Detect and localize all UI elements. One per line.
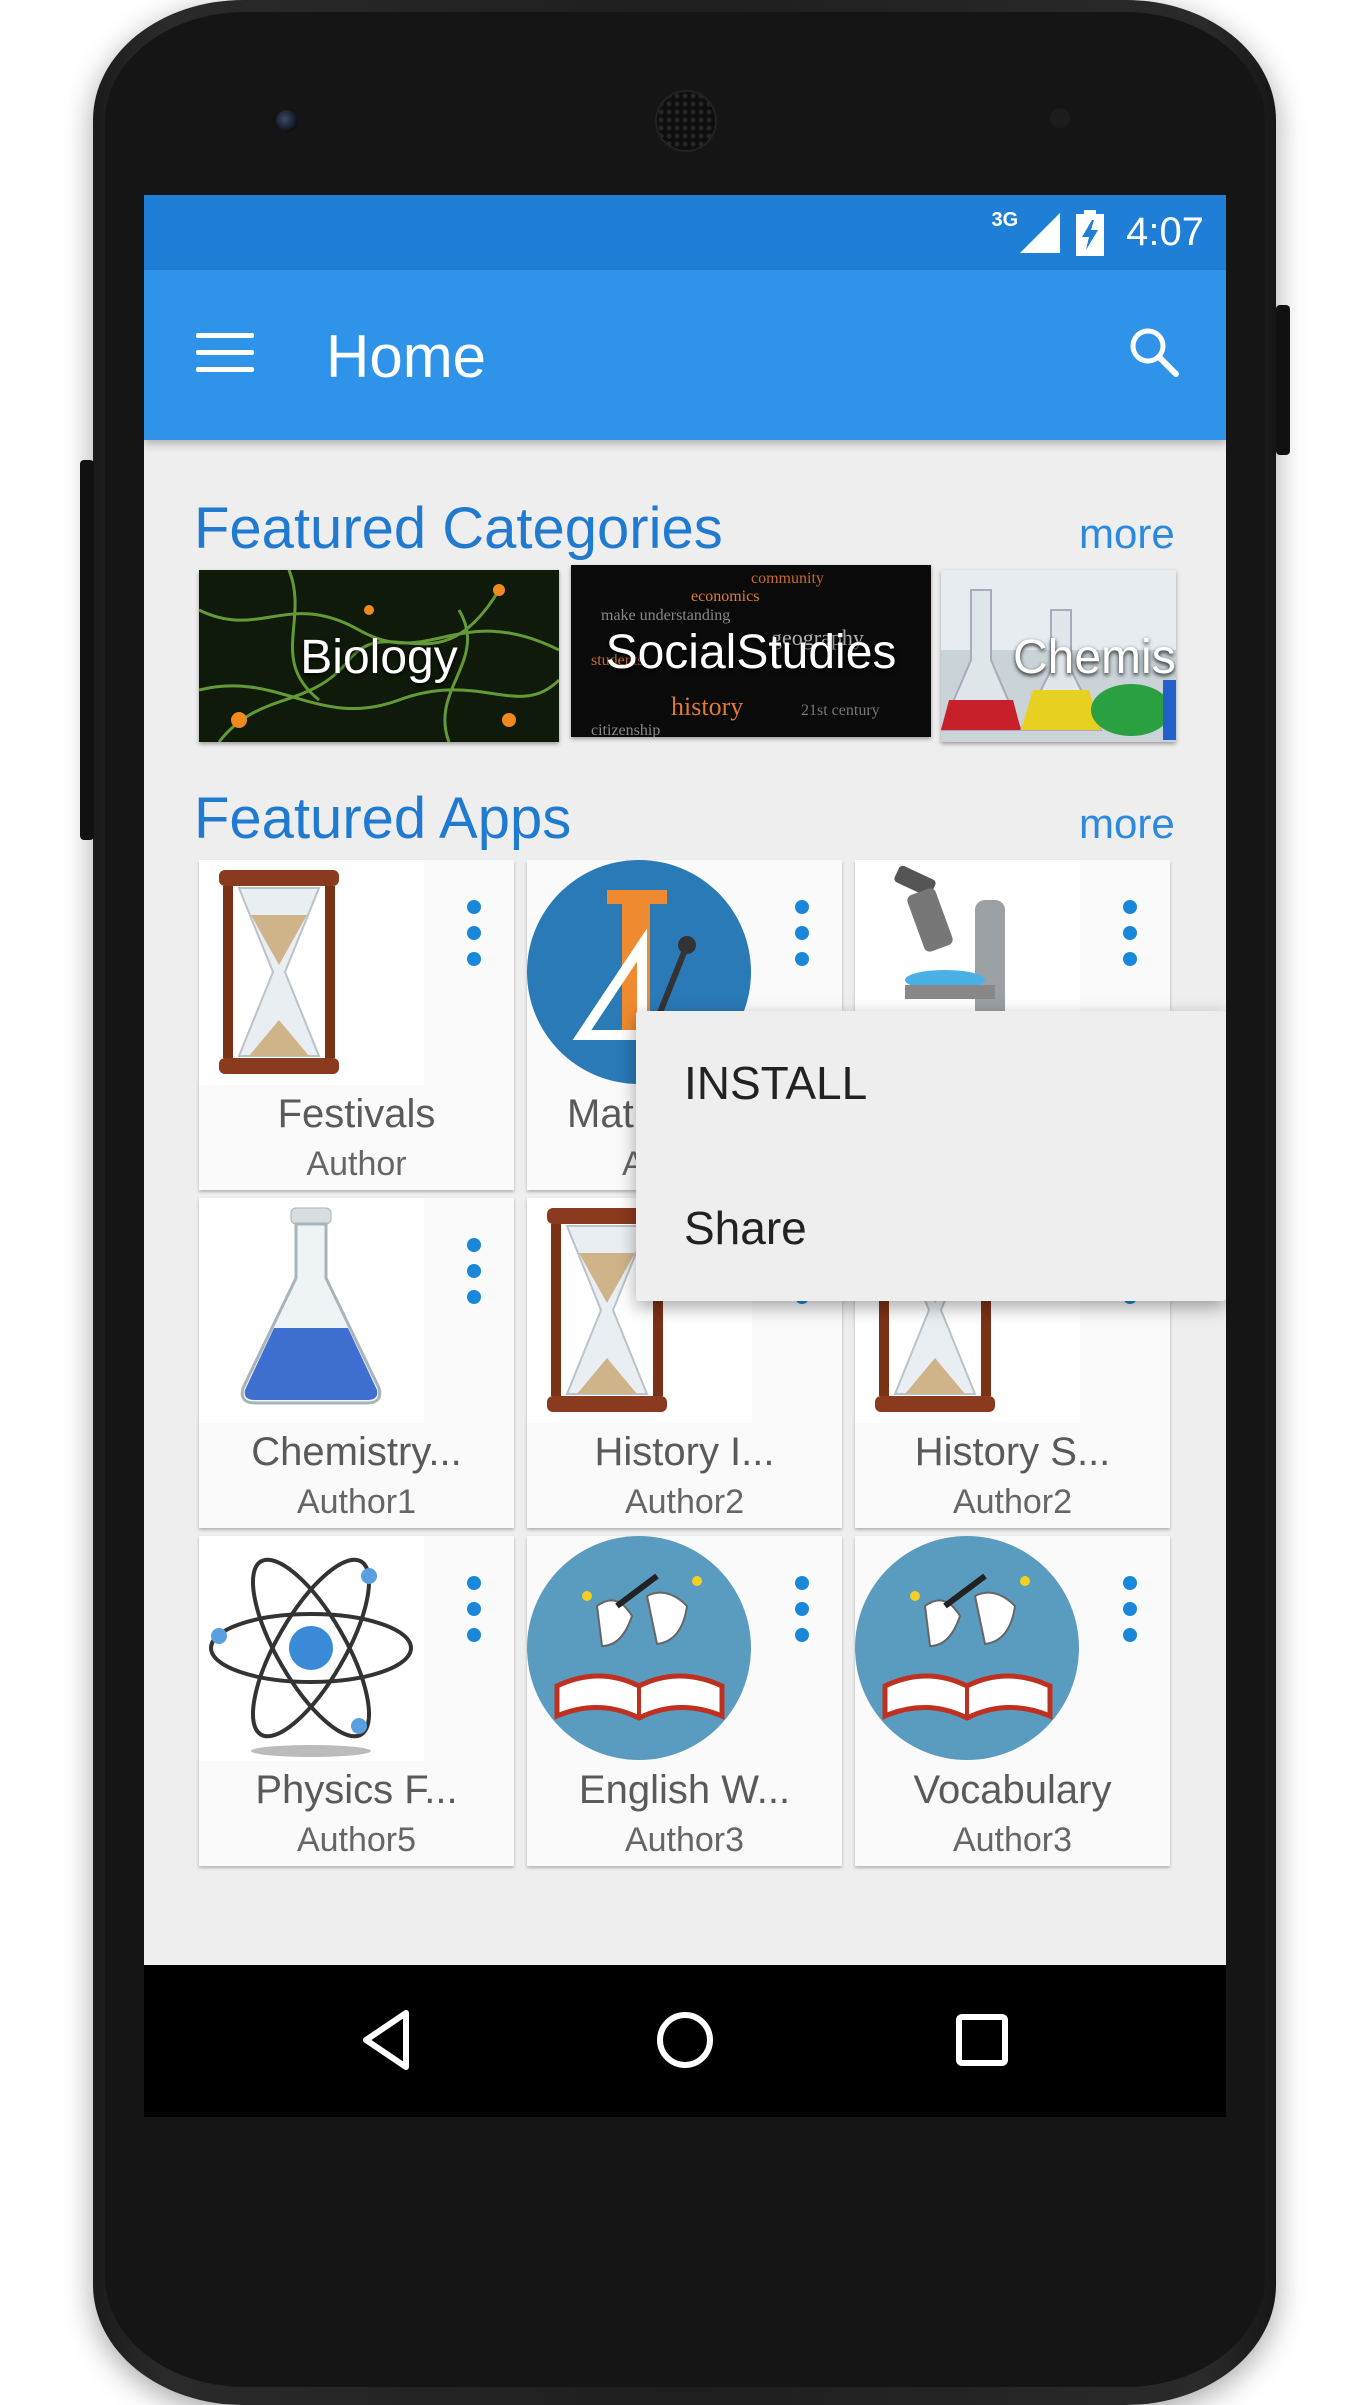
menu-icon[interactable] (196, 333, 254, 373)
earpiece-speaker (655, 90, 717, 152)
signal-icon (1020, 212, 1061, 253)
screen: 3G 4:07 Home Featured Categories more Bi… (144, 195, 1226, 2117)
app-name: Festivals (277, 1092, 436, 1136)
menu-item-share[interactable]: Share (684, 1201, 807, 1255)
page-title: Home (326, 323, 487, 390)
category-card-chemistry[interactable]: Chemis (941, 570, 1176, 742)
hourglass-icon (199, 860, 424, 1085)
battery-charging-icon (1076, 209, 1105, 256)
app-name: Vocabulary (913, 1768, 1112, 1812)
more-vert-icon[interactable] (787, 1576, 817, 1656)
svg-text:community: community (751, 570, 824, 587)
system-navigation-bar (144, 1965, 1226, 2117)
category-card-biology[interactable]: Biology (199, 570, 559, 742)
app-author: Author3 (624, 1821, 745, 1859)
atom-icon (199, 1536, 424, 1761)
home-icon[interactable] (650, 2005, 720, 2075)
svg-text:economics: economics (691, 588, 759, 605)
app-card-vocabulary[interactable]: Vocabulary Author3 (855, 1536, 1170, 1866)
app-card-chemistry[interactable]: Chemistry... Author1 (199, 1198, 514, 1528)
featured-apps-more-link[interactable]: more (1079, 800, 1175, 848)
app-name: English W... (578, 1768, 791, 1812)
app-author: Author1 (296, 1483, 417, 1521)
more-vert-icon[interactable] (1115, 900, 1145, 980)
app-card-festivals[interactable]: Festivals Author (199, 860, 514, 1190)
app-bar: Home (144, 270, 1226, 440)
svg-text:21st century: 21st century (801, 702, 880, 719)
category-label: Chemis (1013, 631, 1176, 684)
front-camera (276, 110, 298, 132)
more-vert-icon[interactable] (459, 1238, 489, 1318)
app-card-english[interactable]: English W... Author3 (527, 1536, 842, 1866)
network-type: 3G (991, 209, 1019, 231)
app-card-physics[interactable]: Physics F... Author5 (199, 1536, 514, 1866)
app-author: Author2 (952, 1483, 1073, 1521)
back-icon[interactable] (354, 2005, 424, 2075)
featured-categories-title: Featured Categories (194, 496, 723, 561)
overflow-popup-menu: INSTALL Share (636, 1011, 1226, 1301)
featured-apps-title: Featured Apps (194, 786, 572, 851)
app-name: Chemistry... (251, 1430, 462, 1474)
volume-button (80, 460, 94, 840)
app-author: Author3 (952, 1821, 1073, 1859)
more-vert-icon[interactable] (787, 900, 817, 980)
app-author: Author2 (624, 1483, 745, 1521)
flask-icon (199, 1198, 424, 1423)
category-card-social-studies[interactable]: community economics make understanding g… (571, 565, 931, 737)
more-vert-icon[interactable] (459, 1576, 489, 1656)
power-button (1276, 305, 1290, 455)
magic-book-icon (527, 1536, 752, 1761)
status-bar: 3G 4:07 (144, 195, 1226, 270)
search-icon[interactable] (1124, 322, 1184, 382)
more-vert-icon[interactable] (1115, 1576, 1145, 1656)
featured-categories-more-link[interactable]: more (1079, 510, 1175, 558)
app-name: History I... (594, 1430, 775, 1474)
clock: 4:07 (1126, 210, 1204, 254)
app-name: Physics F... (255, 1768, 458, 1812)
category-label: Biology (300, 631, 458, 684)
svg-text:citizenship: citizenship (591, 722, 660, 737)
app-name: History S... (914, 1430, 1111, 1474)
app-author: Author (306, 1145, 407, 1183)
recents-icon[interactable] (947, 2005, 1017, 2075)
menu-item-install[interactable]: INSTALL (684, 1056, 867, 1110)
app-author: Author5 (296, 1821, 417, 1859)
more-vert-icon[interactable] (459, 900, 489, 980)
category-label: SocialStudies (605, 626, 897, 679)
svg-text:history: history (671, 692, 743, 721)
svg-text:make understanding: make understanding (601, 607, 730, 624)
proximity-sensor (1050, 108, 1070, 128)
magic-book-icon (855, 1536, 1080, 1761)
